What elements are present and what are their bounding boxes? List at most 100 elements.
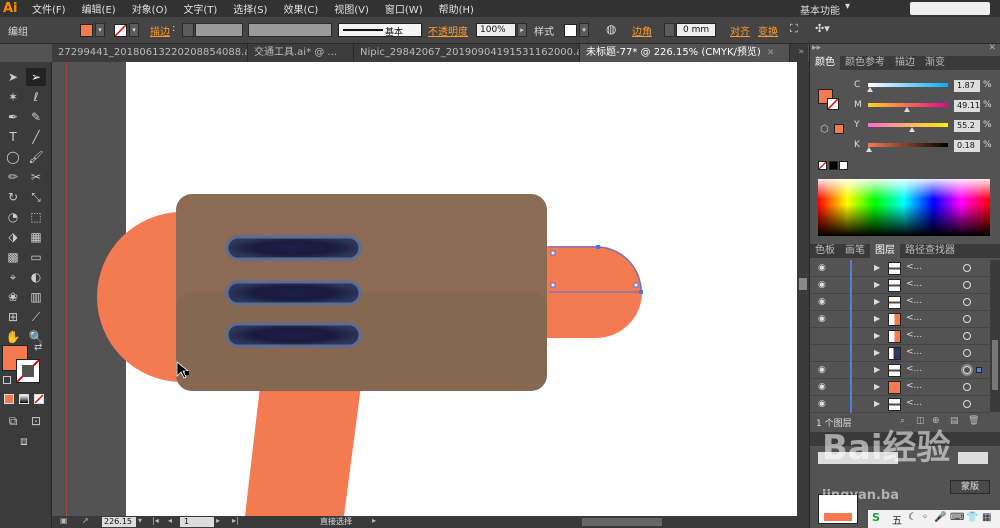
moon-icon[interactable]: ☾ [908,512,917,523]
dryer-back[interactable] [97,212,182,382]
tab-document-2[interactable]: 交通工具.ai* @ ... [248,44,354,62]
white-swatch[interactable] [839,161,848,170]
target-circle-icon[interactable] [963,281,971,289]
eye-icon[interactable]: ◉ [818,263,829,273]
tab-stroke[interactable]: 描边 [890,56,920,70]
expand-arrow-icon[interactable]: ▶ [874,331,880,340]
corner-label[interactable]: 边角 [632,23,652,38]
slider-thumb[interactable] [865,147,872,152]
expand-arrow-icon[interactable]: ▶ [874,365,880,374]
vent-slot[interactable] [225,322,362,348]
symbol-sprayer-tool-icon[interactable]: ❀ [3,288,23,306]
draw-inside-icon[interactable]: ⊡ [26,412,46,430]
mic-icon[interactable]: 🎤 [934,512,946,523]
eye-icon[interactable]: ◉ [818,314,829,324]
ellipse-tool-icon[interactable]: ◯ [3,148,23,166]
free-transform-tool-icon[interactable]: ⬚ [26,208,46,226]
tab-gradient[interactable]: 渐变 [920,56,950,70]
fill-swatch[interactable] [80,24,93,37]
channel-slider[interactable] [868,143,948,147]
screen-mode-icon[interactable]: ⧈ [14,432,34,450]
layer-row[interactable]: ▶ <... [810,328,990,345]
ime-mode-icon[interactable]: 五 [892,512,902,527]
out-of-gamut-icon[interactable]: ⬡ [820,124,829,135]
horizontal-scrollbar[interactable] [582,518,662,526]
target-circle-icon[interactable] [963,315,971,323]
keyboard-icon[interactable]: ⌨ [950,512,964,523]
layer-row[interactable]: ◉ ▶ <... [810,379,990,396]
status-menu-icon[interactable]: ▣ [60,516,68,525]
stroke-dropdown[interactable]: ▾ [129,23,139,37]
swap-fill-stroke-icon[interactable]: ⇄ [34,342,42,353]
eye-icon[interactable]: ◉ [818,297,829,307]
next-artboard-icon[interactable]: ▸ [216,516,220,525]
eye-icon[interactable]: ◉ [818,399,829,409]
layer-row[interactable]: ▶ <... [810,345,990,362]
eye-icon[interactable]: ◉ [818,382,829,392]
layers-scrollbar[interactable] [990,260,1000,412]
warp-tool-icon[interactable]: ◔ [3,208,23,226]
draw-mode-icon[interactable]: ⧉ [3,412,23,430]
menu-object[interactable]: 对象(O) [124,1,176,16]
corner-stepper[interactable] [664,23,675,37]
target-circle-icon[interactable] [963,400,971,408]
graphic-style-swatch[interactable] [564,24,577,37]
menu-effect[interactable]: 效果(C) [275,1,326,16]
chevron-down-icon[interactable]: ▾ [845,1,850,12]
type-tool-icon[interactable]: T [3,128,23,146]
tab-document-3[interactable]: Nipic_29842067_20190904191531162000.ai* [354,44,580,62]
menu-window[interactable]: 窗口(W) [377,1,431,16]
expand-arrow-icon[interactable]: ▶ [874,263,880,272]
layer-row[interactable]: ◉ ▶ <... [810,277,990,294]
visibility-toggle[interactable] [818,331,829,341]
direct-selection-tool-icon[interactable]: ➢ [26,68,46,86]
skin-icon[interactable]: 👕 [966,512,978,523]
channel-value-input[interactable]: 0.18 [954,140,980,152]
menu-view[interactable]: 视图(V) [326,1,377,16]
menu-file[interactable]: 文件(F) [24,1,74,16]
tabs-overflow-icon[interactable]: » [798,47,804,57]
opacity-input[interactable]: 100% [476,23,516,37]
stroke-swatch[interactable] [114,24,127,37]
trash-icon[interactable]: 🗑 [968,416,979,426]
curvature-tool-icon[interactable]: ✎ [26,108,46,126]
menu-options-icon[interactable]: ✣▾ [815,22,830,35]
target-circle-icon[interactable] [963,332,971,340]
status-arrow[interactable]: ▸ [372,516,376,525]
slider-thumb[interactable] [866,87,873,92]
fill-dropdown[interactable]: ▾ [95,23,105,37]
visibility-toggle[interactable] [818,348,829,358]
opacity-dropdown[interactable]: ▸ [517,23,527,37]
slider-thumb[interactable] [904,107,911,112]
style-dropdown[interactable]: ▾ [579,23,589,37]
scissors-tool-icon[interactable]: ✂ [26,168,46,186]
vent-slot[interactable] [225,280,362,306]
make-mask-button[interactable]: 蒙版 [950,480,990,494]
black-swatch[interactable] [829,161,838,170]
stroke-weight-input[interactable] [195,23,243,37]
grid-icon[interactable]: ▦ [982,512,991,523]
search-input[interactable] [910,2,990,15]
tab-pathfinder[interactable]: 路径查找器 [900,244,960,258]
stroke-panel-link[interactable]: 描边 [150,23,170,38]
corner-radius-input[interactable]: 0 mm [676,23,716,37]
layer-row[interactable]: ◉ ▶ <... [810,362,990,379]
blend-tool-icon[interactable]: ◐ [26,268,46,286]
workspace-switcher[interactable]: 基本功能 [800,2,840,17]
tab-swatches[interactable]: 色板 [810,244,840,258]
line-tool-icon[interactable]: ╱ [26,128,46,146]
align-panel-link[interactable]: 对齐 [730,23,750,38]
menu-select[interactable]: 选择(S) [225,1,275,16]
ime-logo-icon[interactable]: S [872,511,880,524]
close-icon[interactable]: ✕ [988,43,996,53]
brush-definition-dropdown[interactable]: 基本 [338,23,422,38]
lasso-tool-icon[interactable]: ℓ [26,88,46,106]
layer-row[interactable]: ◉ ▶ <... [810,311,990,328]
new-layer-icon[interactable]: ▤ [950,416,959,426]
eye-icon[interactable]: ◉ [818,365,829,375]
layer-row[interactable]: ◉ ▶ <... [810,294,990,311]
menu-type[interactable]: 文字(T) [175,1,225,16]
artboard-nav-icon[interactable]: ↗ [82,516,89,525]
close-icon[interactable]: ✕ [767,44,775,62]
graph-tool-icon[interactable]: ▥ [26,288,46,306]
